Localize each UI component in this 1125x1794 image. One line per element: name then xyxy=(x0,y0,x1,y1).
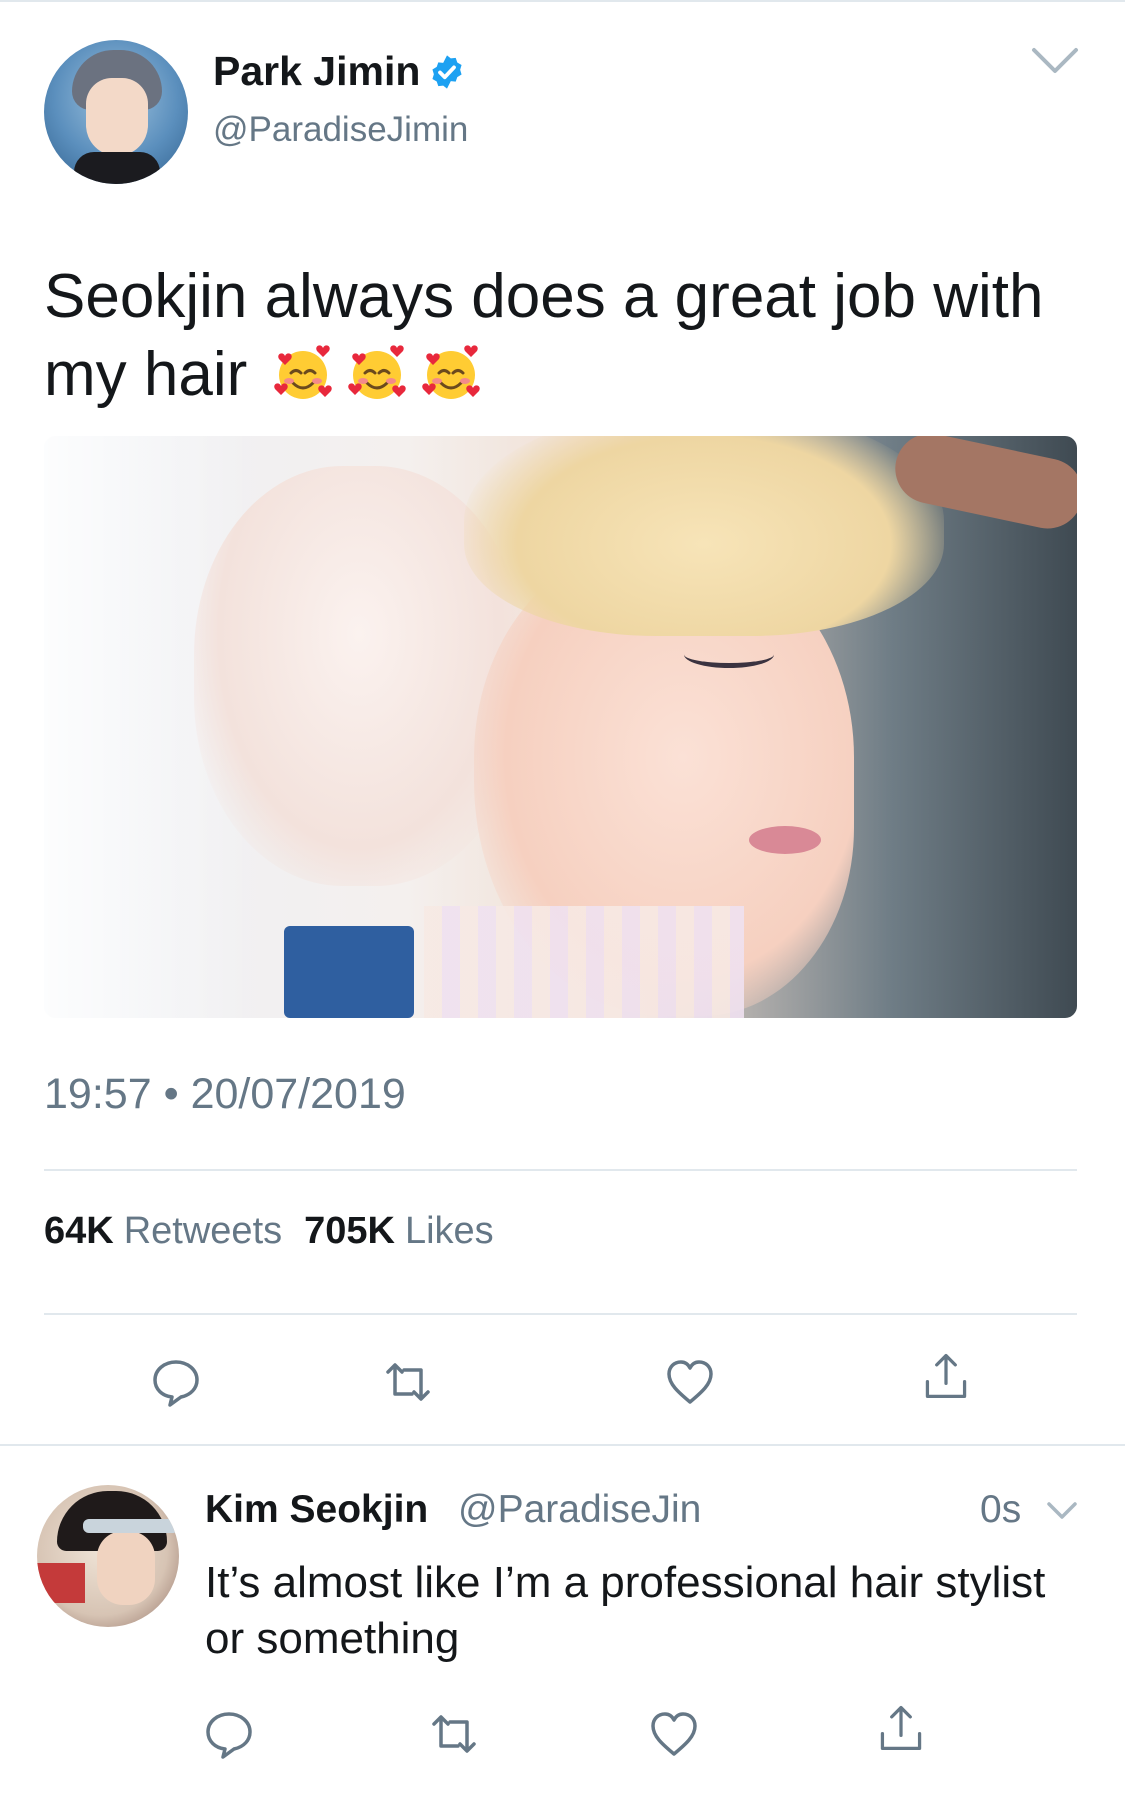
tweet-text: Seokjin always does a great job with my … xyxy=(44,262,1044,409)
retweets-count: 64K xyxy=(44,1210,114,1252)
reply-author-handle[interactable]: @ParadiseJin xyxy=(458,1488,701,1532)
reply-author-name[interactable]: Kim Seokjin xyxy=(205,1488,428,1532)
author-name[interactable]: Park Jimin xyxy=(213,48,420,95)
stats-bottom-divider xyxy=(44,1313,1077,1315)
retweet-icon[interactable] xyxy=(382,1356,434,1408)
avatar-face xyxy=(97,1531,155,1605)
share-icon[interactable] xyxy=(920,1350,972,1402)
smiling-face-with-hearts-icon xyxy=(347,345,406,399)
likes-stat[interactable]: 705K Likes xyxy=(304,1210,494,1253)
avatar-sign xyxy=(37,1563,85,1603)
likes-count: 705K xyxy=(304,1210,395,1252)
reply-icon[interactable] xyxy=(203,1708,255,1760)
author-name-row[interactable]: Park Jimin xyxy=(213,48,466,95)
retweets-label: Retweets xyxy=(123,1210,283,1252)
photo-shirt xyxy=(424,906,744,1018)
tweet-time: 19:57 xyxy=(44,1070,152,1118)
photo-hair xyxy=(464,436,944,636)
emoji-group xyxy=(271,341,483,405)
verified-badge-icon xyxy=(432,54,462,89)
reply-text: It’s almost like I’m a professional hair… xyxy=(205,1558,1046,1663)
top-divider xyxy=(0,0,1125,2)
timestamp-separator: • xyxy=(163,1070,179,1118)
reply-icon[interactable] xyxy=(150,1356,202,1408)
tweet-body: Seokjin always does a great job with my … xyxy=(44,258,1084,414)
author-handle[interactable]: @ParadiseJimin xyxy=(213,110,468,150)
like-icon[interactable] xyxy=(648,1708,700,1760)
reply-section-divider xyxy=(0,1444,1125,1446)
tweet-date: 20/07/2019 xyxy=(190,1070,406,1118)
reply-author-avatar[interactable] xyxy=(37,1485,179,1627)
retweet-icon[interactable] xyxy=(428,1708,480,1760)
photo-sleeve xyxy=(284,926,414,1018)
like-icon[interactable] xyxy=(664,1356,716,1408)
photo-eye xyxy=(684,641,774,668)
avatar-face xyxy=(86,78,148,156)
chevron-down-icon[interactable] xyxy=(1046,1500,1078,1522)
tweet-timestamp: 19:57 • 20/07/2019 xyxy=(44,1070,406,1119)
smiling-face-with-hearts-icon xyxy=(273,345,332,399)
share-icon[interactable] xyxy=(875,1702,927,1754)
likes-label: Likes xyxy=(404,1210,494,1252)
avatar-collar xyxy=(74,152,160,184)
tweet-photo[interactable] xyxy=(44,436,1077,1018)
photo-lips xyxy=(749,826,821,854)
chevron-down-icon[interactable] xyxy=(1030,44,1080,78)
retweets-stat[interactable]: 64K Retweets xyxy=(44,1210,282,1253)
smiling-face-with-hearts-icon xyxy=(421,345,480,399)
avatar-visor xyxy=(83,1519,179,1533)
author-avatar[interactable] xyxy=(44,40,188,184)
stats-top-divider xyxy=(44,1169,1077,1171)
reply-time: 0s xyxy=(980,1488,1022,1531)
tweet-stats: 64K Retweets 705K Likes xyxy=(44,1210,494,1253)
